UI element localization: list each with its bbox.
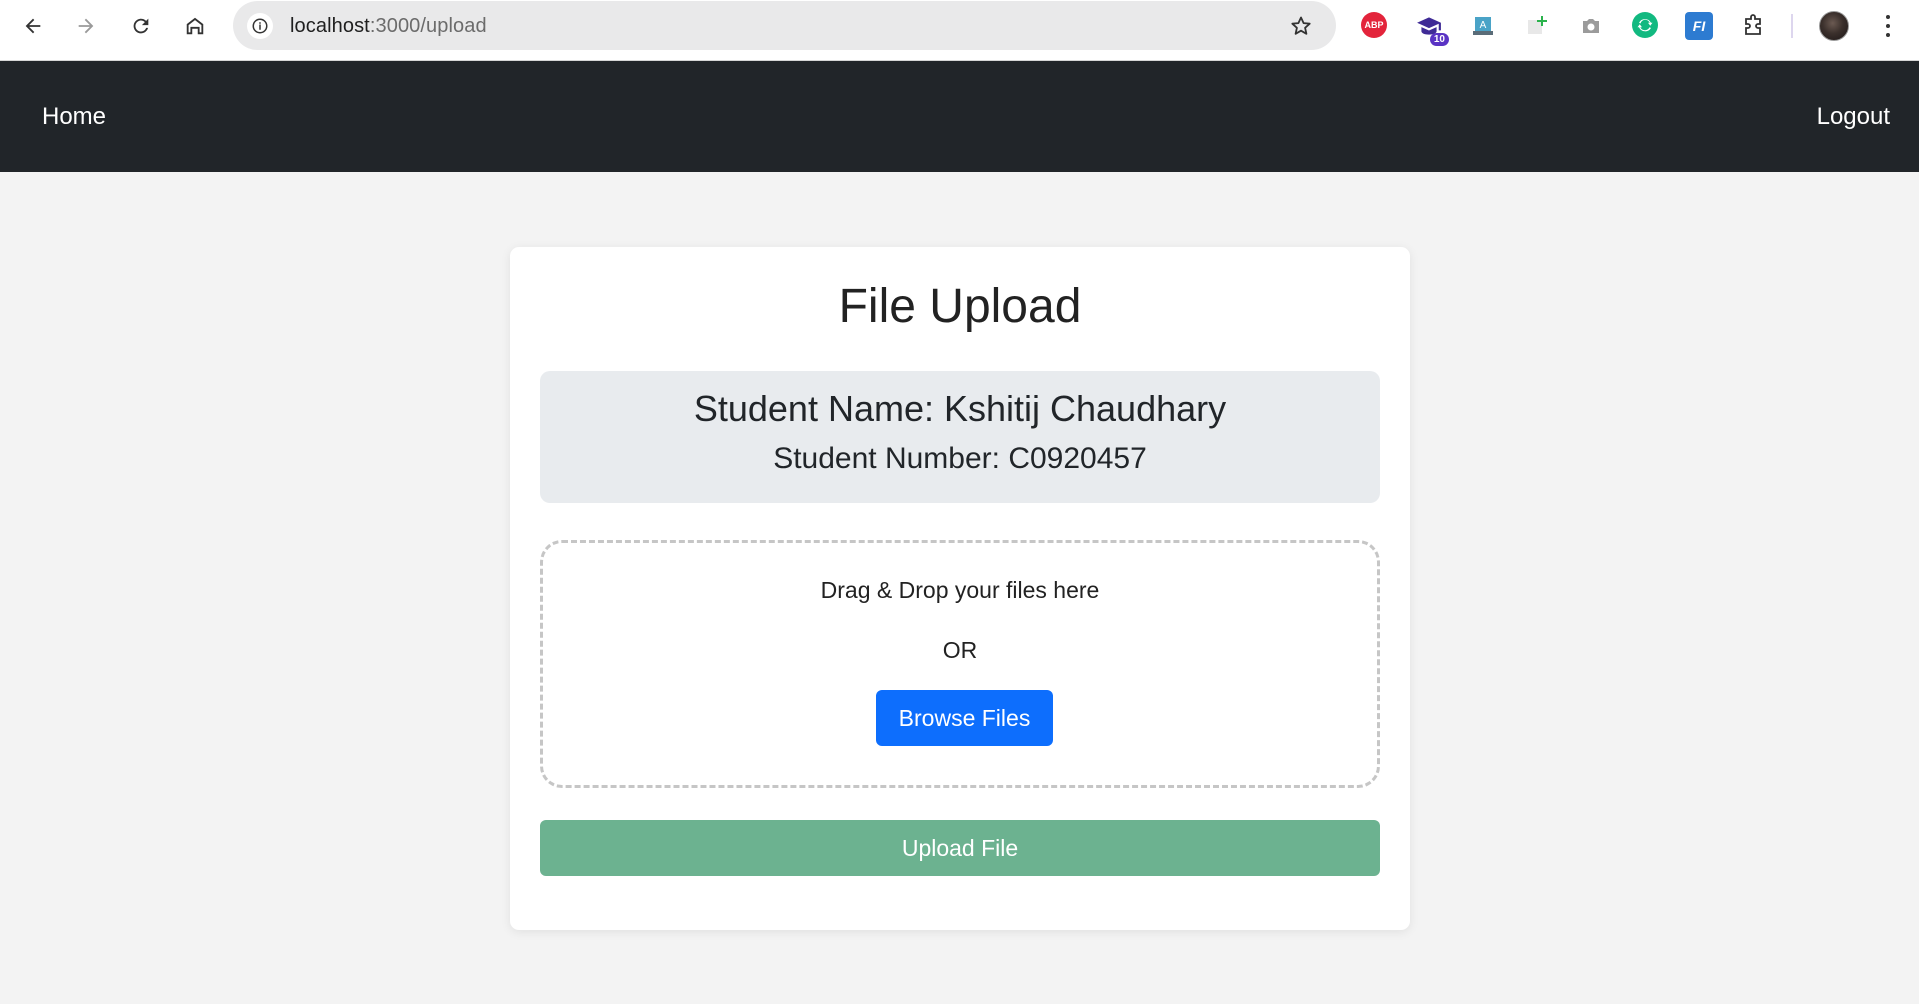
upload-card: File Upload Student Name: Kshitij Chaudh… (510, 247, 1410, 930)
upload-file-button[interactable]: Upload File (540, 820, 1380, 876)
app-navbar: Home Logout (0, 61, 1919, 172)
arrow-right-icon (78, 18, 94, 34)
nav-home-link[interactable]: Home (42, 103, 106, 131)
toolbar-divider (1791, 14, 1793, 38)
fi-extension-icon[interactable]: FI (1685, 12, 1713, 40)
address-bar[interactable]: localhost:3000/upload (233, 1, 1336, 50)
profile-avatar[interactable] (1819, 11, 1849, 41)
camera-extension-icon[interactable] (1577, 12, 1605, 40)
home-button[interactable] (179, 10, 211, 42)
translate-extension-icon[interactable]: A (1469, 12, 1497, 40)
student-number: Student Number: C0920457 (773, 442, 1147, 475)
browser-menu-icon[interactable] (1878, 12, 1898, 40)
student-info-panel: Student Name: Kshitij Chaudhary Student … (540, 371, 1380, 503)
adblock-extension-icon[interactable]: ABP (1361, 12, 1387, 38)
home-icon (186, 17, 204, 35)
reload-icon (133, 18, 149, 34)
page-title: File Upload (838, 280, 1082, 333)
add-note-extension-icon[interactable] (1523, 12, 1551, 40)
reload-button[interactable] (125, 10, 157, 42)
file-dropzone[interactable]: Drag & Drop your files here OR Browse Fi… (540, 540, 1380, 788)
dropzone-instruction: Drag & Drop your files here (820, 577, 1100, 603)
back-button[interactable] (17, 10, 49, 42)
student-name: Student Name: Kshitij Chaudhary (693, 388, 1227, 429)
url-path: :3000/upload (369, 15, 487, 37)
sync-extension-icon[interactable] (1632, 12, 1658, 38)
graduation-cap-extension-icon[interactable]: 10 (1415, 12, 1449, 46)
puzzle-extensions-icon[interactable] (1739, 12, 1767, 40)
nav-logout-link[interactable]: Logout (1817, 103, 1890, 131)
site-info-icon[interactable] (247, 13, 273, 39)
bookmark-star-icon[interactable] (1288, 13, 1314, 39)
extension-badge: 10 (1429, 33, 1449, 46)
dropzone-separator: OR (942, 637, 978, 663)
url-text: localhost:3000/upload (290, 15, 487, 38)
browser-toolbar: localhost:3000/upload ABP 10 A FI (0, 0, 1919, 61)
forward-button[interactable] (70, 10, 102, 42)
arrow-left-icon (25, 18, 41, 34)
url-host: localhost (290, 15, 370, 37)
svg-text:A: A (1480, 20, 1487, 31)
browse-files-button[interactable]: Browse Files (876, 690, 1053, 746)
